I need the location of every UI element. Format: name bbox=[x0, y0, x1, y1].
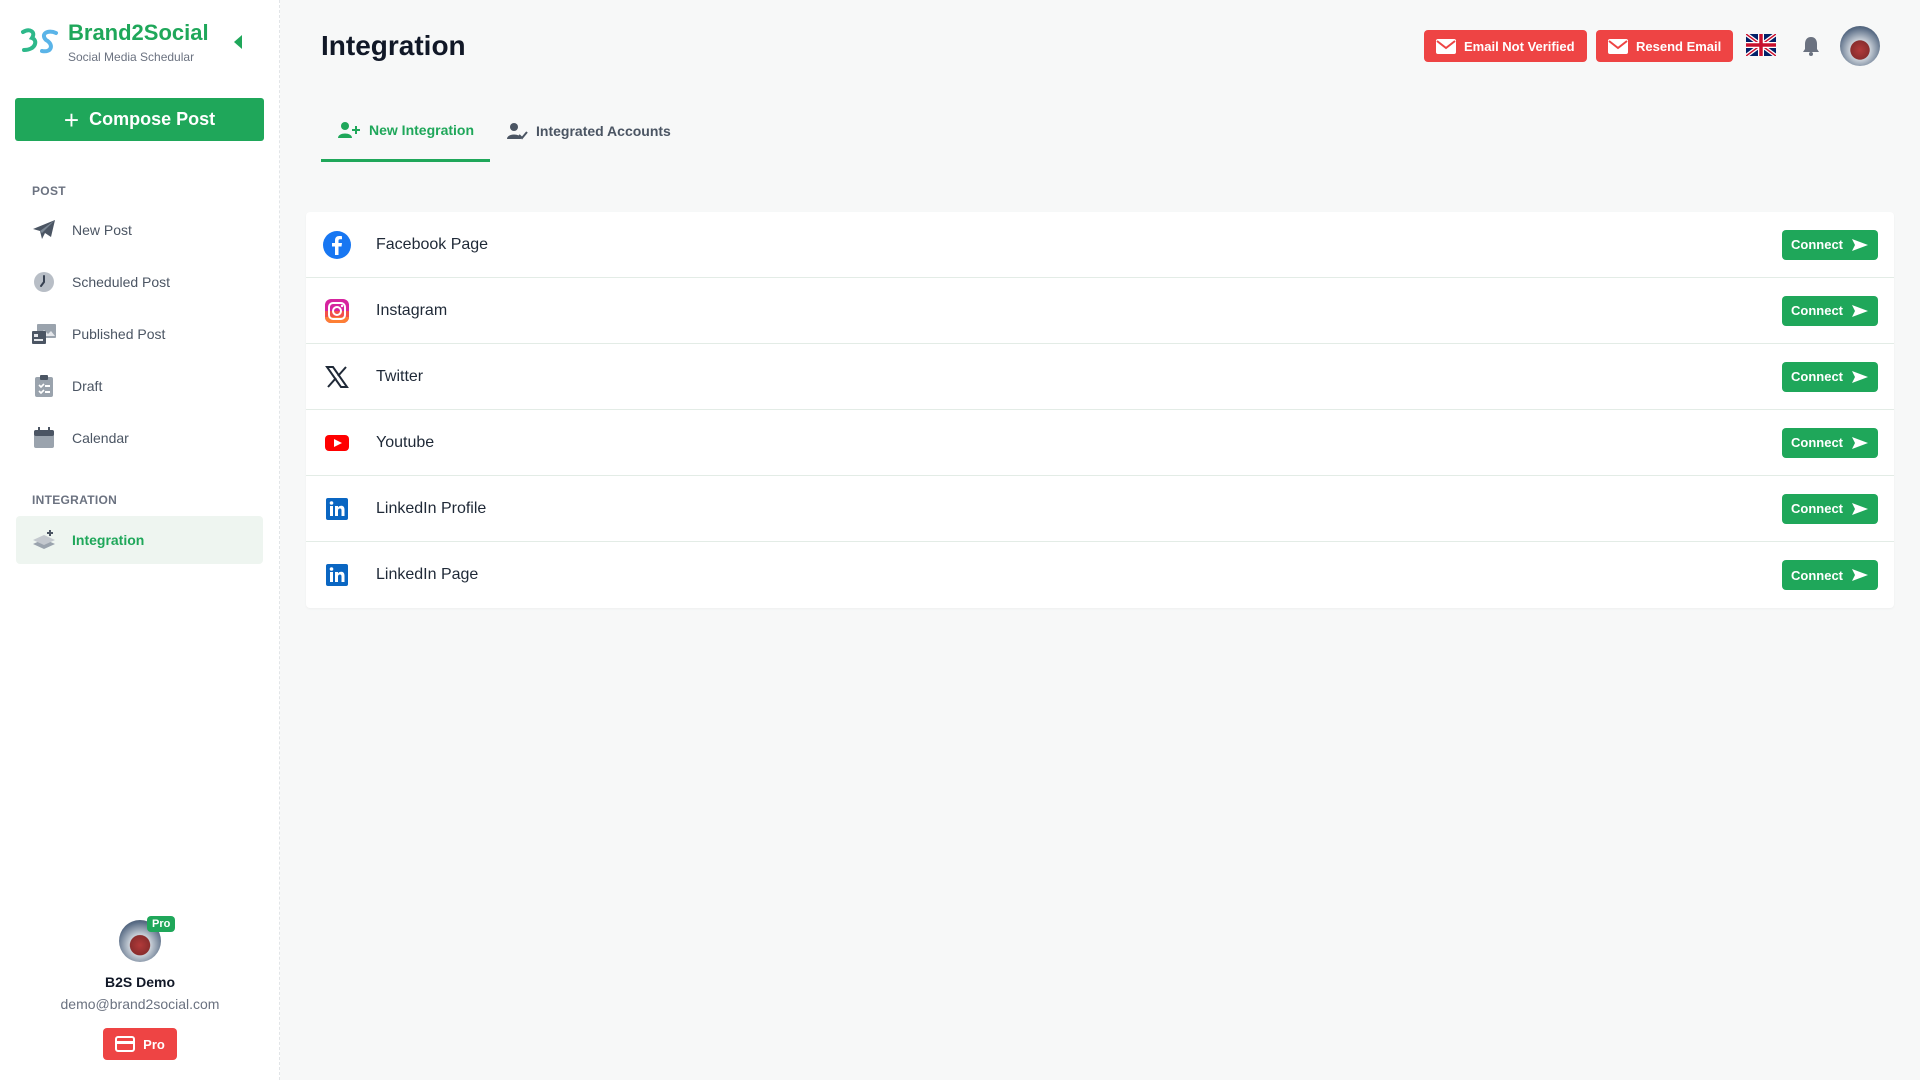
integration-label: Twitter bbox=[376, 367, 424, 385]
bell-icon[interactable] bbox=[1802, 36, 1820, 56]
uk-flag-icon[interactable] bbox=[1746, 34, 1776, 56]
youtube-icon bbox=[322, 428, 352, 458]
resend-email-button[interactable]: Resend Email bbox=[1596, 30, 1734, 62]
sidebar-item-new-post[interactable]: New Post bbox=[16, 206, 263, 254]
email-not-verified-label: Email Not Verified bbox=[1464, 38, 1575, 54]
sidebar-item-scheduled-post[interactable]: Scheduled Post bbox=[16, 258, 263, 306]
send-icon bbox=[1852, 238, 1868, 251]
sidebar-item-label: New Post bbox=[72, 222, 132, 238]
brand[interactable]: Brand2Social Social Media Schedular bbox=[20, 20, 209, 64]
connect-twitter-button[interactable]: Connect bbox=[1782, 361, 1878, 392]
integration-row-facebook-page: Facebook Page Connect bbox=[306, 212, 1894, 278]
sidebar-item-label: Integration bbox=[72, 532, 145, 548]
send-icon bbox=[1852, 436, 1868, 449]
brand-subtitle: Social Media Schedular bbox=[68, 50, 195, 64]
send-icon bbox=[1852, 370, 1868, 383]
mail-icon bbox=[1436, 38, 1456, 54]
integration-tabs: New Integration Integrated Accounts bbox=[321, 100, 687, 162]
tab-new-integration[interactable]: New Integration bbox=[321, 100, 491, 162]
sidebar-item-draft[interactable]: Draft bbox=[16, 362, 263, 410]
page-title: Integration bbox=[321, 30, 466, 61]
clipboard-icon bbox=[30, 372, 58, 400]
gallery-icon bbox=[30, 320, 58, 348]
linkedin-icon bbox=[322, 494, 352, 524]
integration-label: LinkedIn Profile bbox=[376, 499, 487, 517]
user-plus-icon bbox=[338, 121, 360, 138]
integration-row-instagram: Instagram Connect bbox=[306, 278, 1894, 344]
calendar-icon bbox=[30, 424, 58, 452]
send-icon bbox=[1852, 569, 1868, 581]
integration-label: Instagram bbox=[376, 301, 448, 319]
integration-row-linkedin-profile: LinkedIn Profile Connect bbox=[306, 476, 1894, 542]
compose-post-button[interactable]: + Compose Post bbox=[15, 98, 264, 141]
collapse-sidebar-icon[interactable] bbox=[232, 34, 244, 50]
profile-name: B2S Demo bbox=[104, 974, 176, 990]
credit-card-icon bbox=[115, 1036, 136, 1052]
sidebar-item-label: Draft bbox=[72, 378, 103, 394]
connect-linkedin-page-button[interactable]: Connect bbox=[1782, 560, 1878, 590]
connect-facebook-page-button[interactable]: Connect bbox=[1782, 229, 1878, 260]
send-icon bbox=[1852, 304, 1868, 317]
connect-youtube-button[interactable]: Connect bbox=[1782, 427, 1878, 458]
brand-logo-icon bbox=[21, 28, 58, 54]
user-check-icon bbox=[507, 123, 528, 140]
send-icon bbox=[1852, 502, 1868, 515]
integration-list: Facebook Page Connect Instagram Connect bbox=[306, 212, 1894, 608]
mail-icon bbox=[1608, 38, 1628, 54]
tab-label: New Integration bbox=[369, 121, 475, 138]
integration-label: Youtube bbox=[376, 433, 435, 451]
integration-row-linkedin-page: LinkedIn Page Connect bbox=[306, 542, 1894, 608]
nav-section-integration: INTEGRATION bbox=[32, 493, 118, 507]
sidebar-item-calendar[interactable]: Calendar bbox=[16, 414, 263, 462]
integration-label: Facebook Page bbox=[376, 235, 489, 253]
sidebar-item-label: Calendar bbox=[72, 430, 129, 446]
connect-linkedin-profile-button[interactable]: Connect bbox=[1782, 493, 1878, 524]
integration-label: LinkedIn Page bbox=[376, 566, 479, 583]
header-avatar[interactable] bbox=[1840, 26, 1880, 66]
sidebar: Brand2Social Social Media Schedular + Co… bbox=[0, 0, 280, 1080]
layers-icon bbox=[30, 526, 58, 554]
integration-row-youtube: Youtube Connect bbox=[306, 410, 1894, 476]
x-twitter-icon bbox=[322, 362, 352, 392]
resend-email-label: Resend Email bbox=[1636, 38, 1722, 54]
nav-section-post: POST bbox=[32, 184, 66, 198]
tab-integrated-accounts[interactable]: Integrated Accounts bbox=[490, 100, 687, 162]
sidebar-item-label: Scheduled Post bbox=[72, 274, 171, 290]
integration-row-twitter: Twitter Connect bbox=[306, 344, 1894, 410]
sidebar-item-integration[interactable]: Integration bbox=[16, 516, 263, 564]
instagram-icon bbox=[322, 296, 352, 326]
facebook-icon bbox=[322, 230, 352, 260]
tab-label: Integrated Accounts bbox=[536, 123, 671, 139]
brand-name: Brand2Social bbox=[68, 20, 209, 45]
sidebar-item-published-post[interactable]: Published Post bbox=[16, 310, 263, 358]
pro-badge: Pro bbox=[147, 916, 176, 932]
clock-icon bbox=[30, 268, 58, 296]
email-not-verified-button[interactable]: Email Not Verified bbox=[1424, 30, 1587, 62]
profile-email: demo@brand2social.com bbox=[60, 996, 220, 1012]
user-profile: Pro B2S Demo demo@brand2social.com Pro bbox=[0, 916, 280, 1060]
plan-pro-button[interactable]: Pro bbox=[103, 1028, 177, 1060]
sidebar-item-label: Published Post bbox=[72, 326, 166, 342]
compose-post-label: Compose Post bbox=[89, 109, 216, 129]
paper-plane-icon bbox=[30, 216, 58, 244]
plus-icon: + bbox=[63, 104, 80, 135]
linkedin-icon bbox=[322, 560, 352, 590]
connect-instagram-button[interactable]: Connect bbox=[1782, 295, 1878, 326]
plan-pro-label: Pro bbox=[143, 1036, 165, 1052]
